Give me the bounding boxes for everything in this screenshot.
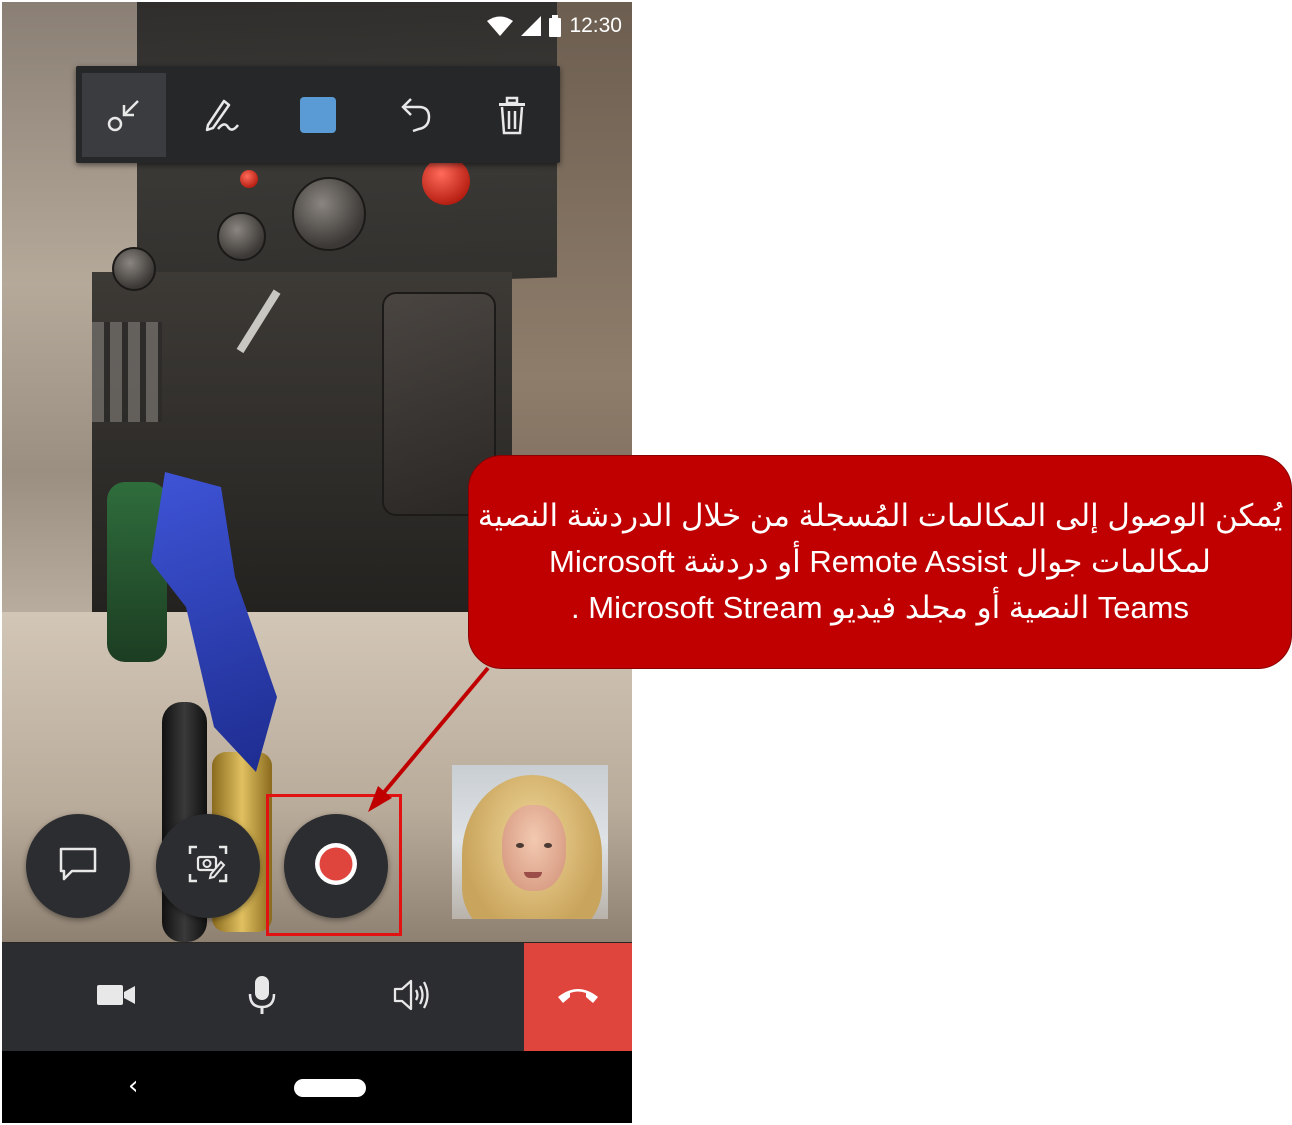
callout-line-1: يُمكن الوصول إلى المكالمات المُسجلة من خ… [477,498,1283,533]
callout-line-2: لمكالمات جوال Remote Assist أو دردشة Mic… [549,544,1211,579]
callout-line-3: Teams النصية أو مجلد فيديو Microsoft Str… [571,590,1189,625]
callout-bubble: يُمكن الوصول إلى المكالمات المُسجلة من خ… [468,455,1292,669]
